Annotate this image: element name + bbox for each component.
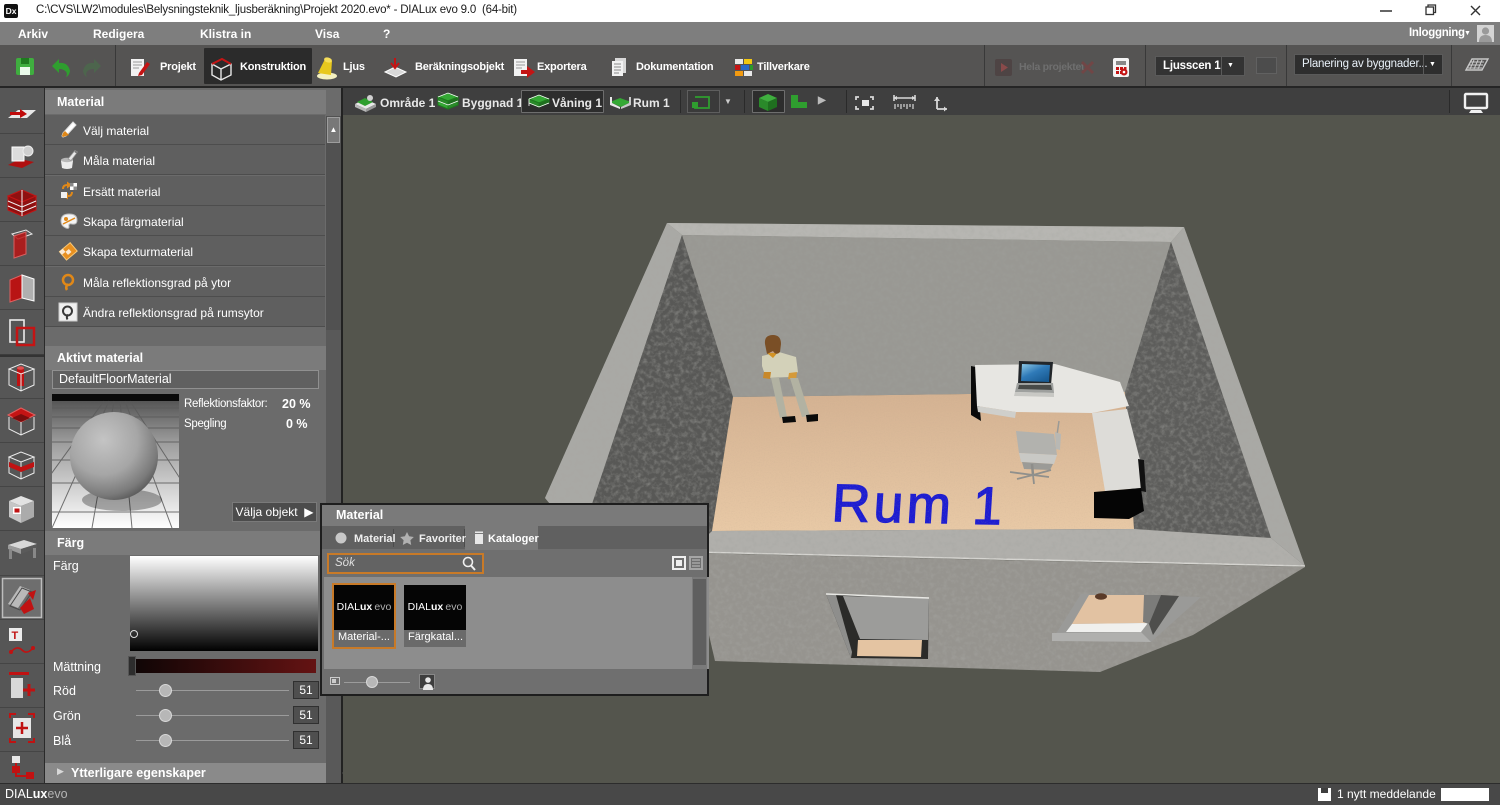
svg-text:T: T	[12, 630, 19, 642]
